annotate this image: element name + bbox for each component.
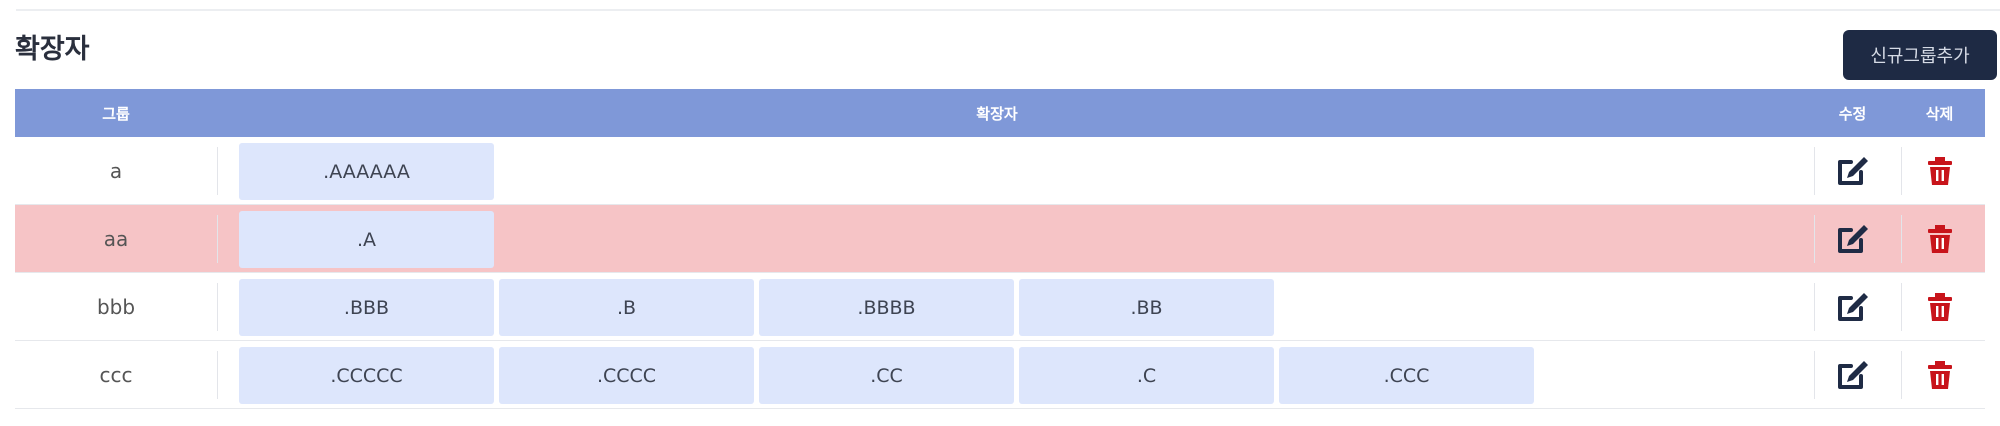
edit-button[interactable] xyxy=(1814,205,1891,272)
column-header-extensions: 확장자 xyxy=(976,104,1018,123)
table-row: ccc .CCCCC .CCCC .CC .C .CCC xyxy=(15,341,1985,409)
extension-chip: .BBB xyxy=(239,279,494,336)
extension-chip: .CCC xyxy=(1279,347,1534,404)
extension-chip: .A xyxy=(239,211,494,268)
extension-table: 그룹 확장자 수정 삭제 a .AAAAAA aa .A bbb .BBB .B .BBBB.… xyxy=(15,89,1985,409)
delete-button[interactable] xyxy=(1901,137,1978,204)
column-divider xyxy=(217,283,218,331)
extension-list: .AAAAAA xyxy=(239,143,494,200)
trash-icon xyxy=(1927,156,1952,185)
group-name: bbb xyxy=(96,294,136,319)
column-divider xyxy=(217,351,218,399)
extension-chip: .CC xyxy=(759,347,1014,404)
column-header-edit: 수정 xyxy=(1838,104,1867,123)
extension-chip: .AAAAAA xyxy=(239,143,494,200)
extension-list: .BBB .B .BBBB .BB xyxy=(239,279,1274,336)
column-header-group: 그룹 xyxy=(102,104,130,123)
edit-icon xyxy=(1836,359,1870,391)
table-body: a .AAAAAA aa .A bbb .BBB .B .BBBB .BB ccc .CCCCC .C… xyxy=(15,137,1985,409)
table-row: a .AAAAAA xyxy=(15,137,1985,205)
group-name: ccc xyxy=(99,362,133,387)
edit-icon xyxy=(1836,155,1870,187)
extension-chip: .B xyxy=(499,279,754,336)
add-group-button[interactable]: 신규그룹추가 xyxy=(1843,30,1997,80)
delete-button[interactable] xyxy=(1901,205,1978,272)
extension-chip: .CCCCC xyxy=(239,347,494,404)
group-name: aa xyxy=(103,226,129,251)
table-header: 그룹 확장자 수정 삭제 xyxy=(15,89,1985,137)
edit-button[interactable] xyxy=(1814,137,1891,204)
group-name: a xyxy=(109,158,123,183)
edit-button[interactable] xyxy=(1814,273,1891,340)
extension-chip: .CCCC xyxy=(499,347,754,404)
trash-icon xyxy=(1927,360,1952,389)
edit-button[interactable] xyxy=(1814,341,1891,408)
trash-icon xyxy=(1927,292,1952,321)
edit-icon xyxy=(1836,223,1870,255)
column-header-delete: 삭제 xyxy=(1925,104,1954,123)
extension-list: .CCCCC .CCCC .CC .C .CCC xyxy=(239,347,1534,404)
column-divider xyxy=(217,147,218,195)
delete-button[interactable] xyxy=(1901,273,1978,340)
column-divider xyxy=(217,215,218,263)
trash-icon xyxy=(1927,224,1952,253)
page-title: 확장자 xyxy=(15,34,90,65)
extension-list: .A xyxy=(239,211,494,268)
extension-chip: .BBBB xyxy=(759,279,1014,336)
table-row: bbb .BBB .B .BBBB .BB xyxy=(15,273,1985,341)
extension-chip: .C xyxy=(1019,347,1274,404)
top-divider xyxy=(16,9,2000,11)
edit-icon xyxy=(1836,291,1870,323)
table-row: aa .A xyxy=(15,205,1985,273)
delete-button[interactable] xyxy=(1901,341,1978,408)
extension-chip: .BB xyxy=(1019,279,1274,336)
